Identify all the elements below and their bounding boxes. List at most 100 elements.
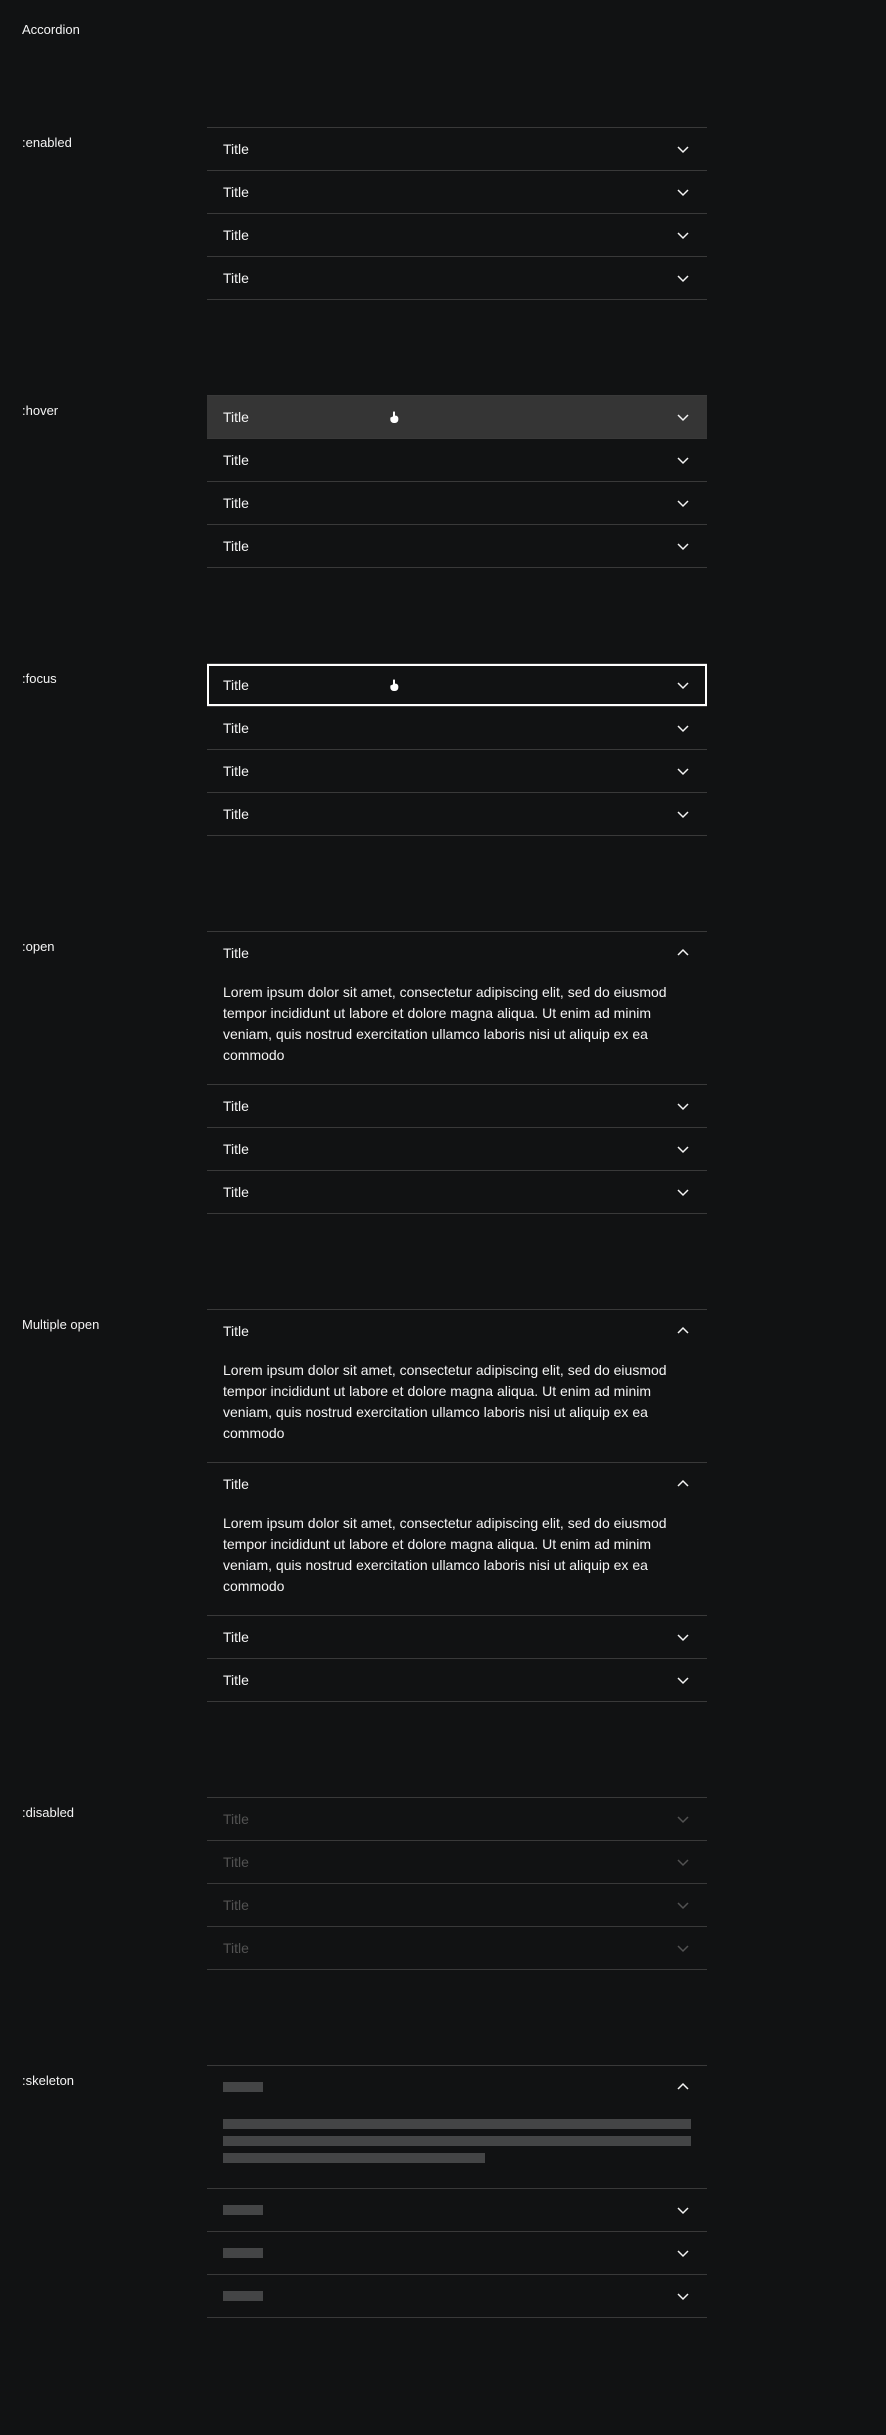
accordion-content: Lorem ipsum dolor sit amet, consectetur … xyxy=(207,974,707,1084)
accordion-item: Title xyxy=(207,707,707,750)
accordion-header[interactable]: Title xyxy=(207,1659,707,1701)
chevron-up-icon xyxy=(675,1323,691,1339)
accordion-header[interactable]: Title xyxy=(207,1171,707,1213)
accordion-title: Title xyxy=(223,806,249,822)
accordion-header[interactable]: Title xyxy=(207,257,707,299)
skeleton-line xyxy=(223,2153,485,2163)
accordion-header[interactable]: Title xyxy=(207,214,707,256)
chevron-down-icon xyxy=(675,2245,691,2261)
accordion-header: Title xyxy=(207,1927,707,1969)
accordion-header[interactable]: Title xyxy=(207,1463,707,1505)
accordion-title: Title xyxy=(223,1811,249,1827)
chevron-down-icon xyxy=(675,227,691,243)
accordion-title: Title xyxy=(223,495,249,511)
skeleton-title xyxy=(223,2205,263,2215)
accordion-open: Title Lorem ipsum dolor sit amet, consec… xyxy=(207,931,707,1214)
accordion-disabled: Title Title Title Title xyxy=(207,1797,707,1970)
skeleton-title xyxy=(223,2291,263,2301)
accordion-content: Lorem ipsum dolor sit amet, consectetur … xyxy=(207,1352,707,1462)
accordion-header[interactable]: Title xyxy=(207,482,707,524)
state-label-focus: :focus xyxy=(22,663,207,686)
accordion-item: Title xyxy=(207,1128,707,1171)
accordion-title: Title xyxy=(223,1141,249,1157)
section-hover: :hover Title Title Title Title xyxy=(22,395,864,568)
chevron-down-icon xyxy=(675,763,691,779)
accordion-header[interactable]: Title xyxy=(207,1310,707,1352)
accordion-header[interactable]: Title xyxy=(207,128,707,170)
chevron-down-icon xyxy=(675,270,691,286)
section-multiple-open: Multiple open Title Lorem ipsum dolor si… xyxy=(22,1309,864,1702)
accordion-focus: Title Title Title Title xyxy=(207,663,707,836)
skeleton-title xyxy=(223,2248,263,2258)
accordion-item: Title xyxy=(207,793,707,836)
section-focus: :focus Title Title Title Title xyxy=(22,663,864,836)
accordion-hover: Title Title Title Title xyxy=(207,395,707,568)
accordion-item: Title xyxy=(207,1659,707,1702)
accordion-item: Title xyxy=(207,1616,707,1659)
accordion-item: Title xyxy=(207,525,707,568)
accordion-header-skeleton xyxy=(207,2232,707,2274)
accordion-title: Title xyxy=(223,1854,249,1870)
accordion-header: Title xyxy=(207,1884,707,1926)
chevron-down-icon xyxy=(675,409,691,425)
chevron-down-icon xyxy=(675,184,691,200)
accordion-title: Title xyxy=(223,1184,249,1200)
chevron-down-icon xyxy=(675,495,691,511)
chevron-down-icon xyxy=(675,1811,691,1827)
accordion-header[interactable]: Title xyxy=(207,171,707,213)
accordion-header[interactable]: Title xyxy=(207,396,707,438)
state-label-open: :open xyxy=(22,931,207,954)
chevron-down-icon xyxy=(675,538,691,554)
state-label-hover: :hover xyxy=(22,395,207,418)
accordion-header[interactable]: Title xyxy=(207,439,707,481)
accordion-item-skeleton xyxy=(207,2066,707,2189)
pointer-cursor-icon xyxy=(387,677,403,693)
chevron-down-icon xyxy=(675,1629,691,1645)
skeleton-line xyxy=(223,2136,691,2146)
accordion-header: Title xyxy=(207,1798,707,1840)
accordion-item: Title xyxy=(207,482,707,525)
accordion-item-skeleton xyxy=(207,2275,707,2318)
accordion-header[interactable]: Title xyxy=(207,793,707,835)
state-label-disabled: :disabled xyxy=(22,1797,207,1820)
accordion-header[interactable]: Title xyxy=(207,525,707,567)
accordion-title: Title xyxy=(223,141,249,157)
accordion-header[interactable]: Title xyxy=(207,1085,707,1127)
accordion-title: Title xyxy=(223,184,249,200)
section-skeleton: :skeleton xyxy=(22,2065,864,2318)
chevron-down-icon xyxy=(675,1141,691,1157)
accordion-item: Title Lorem ipsum dolor sit amet, consec… xyxy=(207,1310,707,1463)
accordion-header[interactable]: Title xyxy=(207,664,707,706)
accordion-item: Title xyxy=(207,1798,707,1841)
chevron-down-icon xyxy=(675,1098,691,1114)
chevron-down-icon xyxy=(675,1184,691,1200)
chevron-up-icon xyxy=(675,1476,691,1492)
pointer-cursor-icon xyxy=(387,409,403,425)
chevron-down-icon xyxy=(675,1897,691,1913)
chevron-down-icon xyxy=(675,677,691,693)
section-open: :open Title Lorem ipsum dolor sit amet, … xyxy=(22,931,864,1214)
accordion-header-skeleton xyxy=(207,2066,707,2108)
accordion-item: Title xyxy=(207,439,707,482)
accordion-header[interactable]: Title xyxy=(207,750,707,792)
accordion-enabled: Title Title Title Title xyxy=(207,127,707,300)
accordion-header[interactable]: Title xyxy=(207,1616,707,1658)
accordion-header[interactable]: Title xyxy=(207,932,707,974)
chevron-down-icon xyxy=(675,806,691,822)
accordion-skeleton xyxy=(207,2065,707,2318)
accordion-item: Title xyxy=(207,1085,707,1128)
accordion-header[interactable]: Title xyxy=(207,707,707,749)
accordion-header[interactable]: Title xyxy=(207,1128,707,1170)
chevron-down-icon xyxy=(675,1854,691,1870)
accordion-header-skeleton xyxy=(207,2189,707,2231)
accordion-header: Title xyxy=(207,1841,707,1883)
accordion-item: Title xyxy=(207,214,707,257)
accordion-item: Title xyxy=(207,1841,707,1884)
accordion-item: Title xyxy=(207,128,707,171)
section-disabled: :disabled Title Title Title Title xyxy=(22,1797,864,1970)
accordion-title: Title xyxy=(223,1672,249,1688)
accordion-item: Title xyxy=(207,396,707,439)
accordion-title: Title xyxy=(223,720,249,736)
skeleton-content xyxy=(207,2108,707,2188)
chevron-down-icon xyxy=(675,720,691,736)
